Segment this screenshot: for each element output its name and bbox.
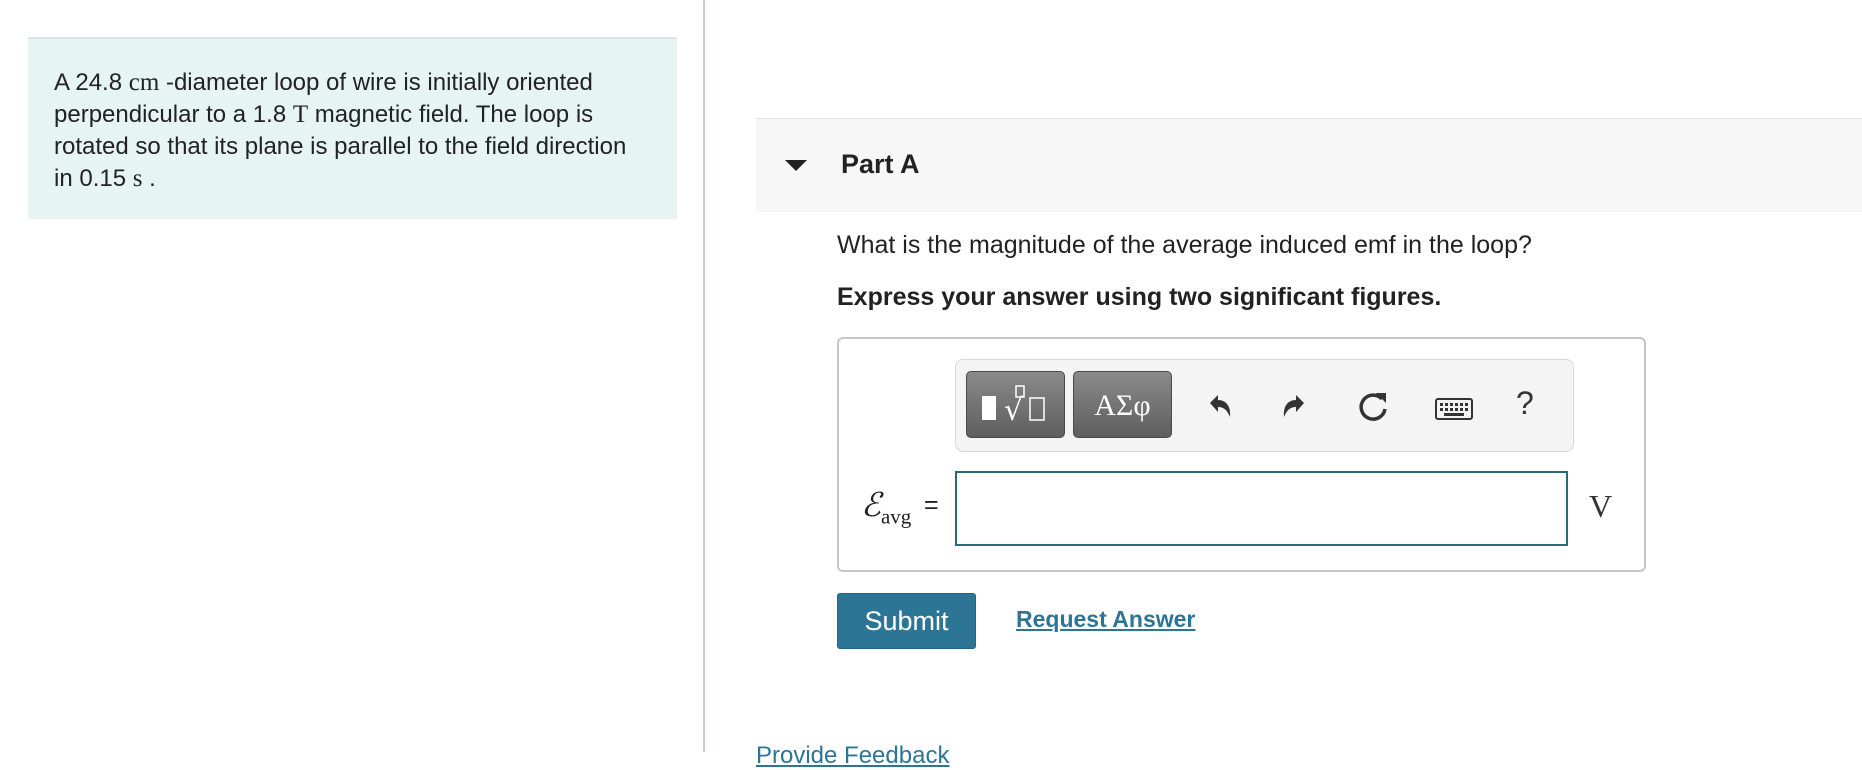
symbols-label: ΑΣφ xyxy=(1094,389,1151,422)
help-button[interactable]: ? xyxy=(1516,385,1534,422)
provide-feedback-link[interactable]: Provide Feedback xyxy=(756,742,949,770)
svg-text:√: √ xyxy=(1004,393,1024,428)
question-text: What is the magnitude of the average ind… xyxy=(837,231,1532,259)
emf-subscript: avg xyxy=(880,504,912,529)
problem-text-4: . xyxy=(142,165,156,192)
keyboard-icon[interactable] xyxy=(1434,389,1474,429)
panel-divider xyxy=(703,0,705,752)
reset-icon[interactable] xyxy=(1354,387,1394,427)
part-a-header[interactable]: Part A xyxy=(756,118,1862,212)
part-title: Part A xyxy=(841,149,920,179)
answer-unit: V xyxy=(1589,488,1613,524)
math-toolbar: √ ΑΣφ ? xyxy=(955,359,1574,452)
answer-label: ℰavg xyxy=(861,485,911,530)
unit-tesla: T xyxy=(292,101,309,128)
request-answer-link[interactable]: Request Answer xyxy=(1016,606,1195,633)
collapse-caret-icon[interactable] xyxy=(785,160,807,171)
symbols-button[interactable]: ΑΣφ xyxy=(1073,371,1172,438)
unit-seconds: s xyxy=(132,165,143,192)
problem-statement: A 24.8 cm -diameter loop of wire is init… xyxy=(28,37,677,219)
submit-button[interactable]: Submit xyxy=(837,593,976,649)
answer-input[interactable] xyxy=(955,471,1568,546)
templates-icon: √ xyxy=(982,385,1045,428)
templates-button[interactable]: √ xyxy=(966,371,1065,438)
equals-sign: = xyxy=(924,491,939,519)
answer-box: √ ΑΣφ ? ℰavg = V xyxy=(837,337,1646,572)
redo-icon[interactable] xyxy=(1276,387,1316,427)
undo-icon[interactable] xyxy=(1198,387,1238,427)
instruction-text: Express your answer using two significan… xyxy=(837,283,1442,311)
unit-cm: cm xyxy=(128,69,160,96)
problem-text-1: A 24.8 xyxy=(54,69,129,96)
emf-symbol: ℰ xyxy=(861,488,881,524)
